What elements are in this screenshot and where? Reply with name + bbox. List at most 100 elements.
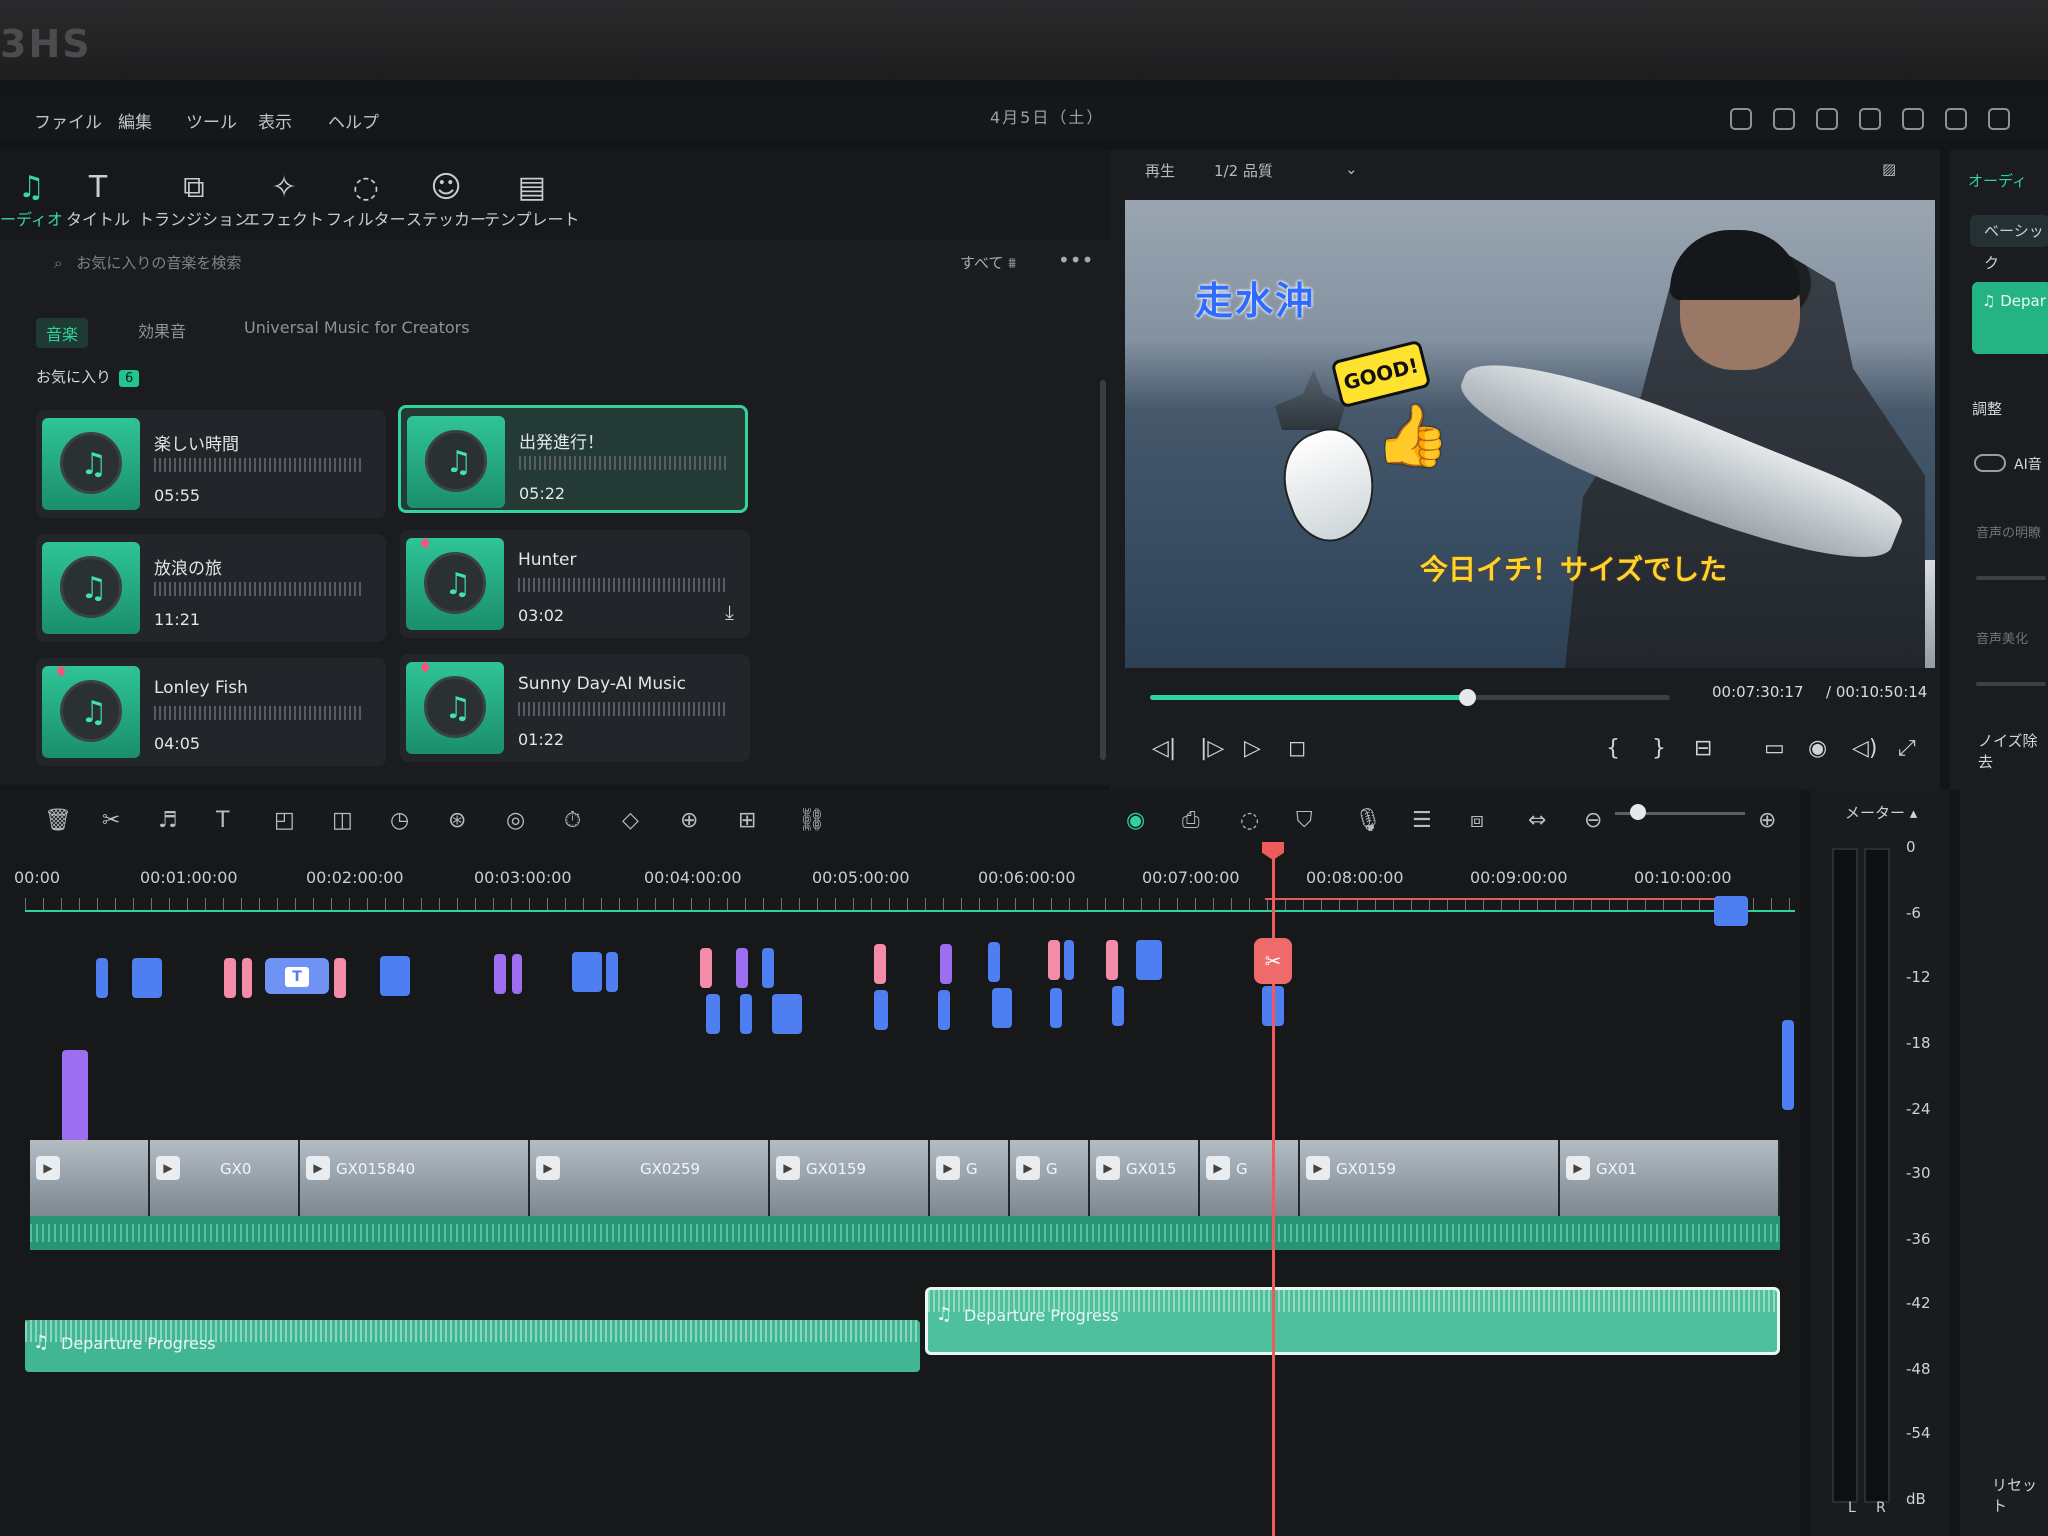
translate-icon[interactable]: ⊞ <box>738 808 756 833</box>
save-icon[interactable] <box>1859 108 1881 130</box>
fullscreen-icon[interactable]: ⤢ <box>1898 736 1916 761</box>
ai-assistant-icon[interactable]: ◉ <box>1126 808 1145 833</box>
text-icon[interactable]: T <box>216 808 229 833</box>
apps-grid-icon[interactable] <box>1988 108 2010 130</box>
audio-clip[interactable]: Departure Progress ♫ <box>25 1320 920 1372</box>
quality-dropdown[interactable]: 1/2 品質 <box>1214 160 1273 181</box>
fit-icon[interactable]: ⇔ <box>1528 808 1546 833</box>
playback-progress[interactable] <box>1150 689 1670 706</box>
marker-clip[interactable] <box>132 958 162 998</box>
crop-icon[interactable]: ◰ <box>274 808 295 833</box>
marker-clip[interactable] <box>242 958 252 998</box>
ai-audio-toggle[interactable] <box>1974 454 2006 472</box>
snapshot-mode-icon[interactable]: ⊟ <box>1694 736 1712 761</box>
tool-title[interactable]: T タイトル <box>66 170 130 230</box>
stop-icon[interactable]: ◻ <box>1288 736 1306 761</box>
video-clip[interactable]: G ▶ <box>1010 1140 1090 1216</box>
music-card-selected[interactable]: ♫ 出発進行！ 05:22 <box>398 405 748 513</box>
marker-clip[interactable] <box>1050 988 1062 1028</box>
music-card[interactable]: ♫ ♦ Lonley Fish 04:05 <box>36 658 386 766</box>
layout-icon[interactable] <box>1773 108 1795 130</box>
music-card[interactable]: ♫ 放浪の旅 11:21 <box>36 534 386 642</box>
screen-icon[interactable] <box>1816 108 1838 130</box>
scissors-icon[interactable]: ✂ <box>1254 938 1292 984</box>
video-clip[interactable]: GX015 ▶ <box>1090 1140 1200 1216</box>
music-card[interactable]: ♫ ♦ Hunter 03:02 ⤓ <box>400 530 750 638</box>
next-frame-icon[interactable]: |▷ <box>1200 736 1224 761</box>
send-icon[interactable] <box>1730 108 1752 130</box>
menu-file[interactable]: ファイル <box>34 108 102 133</box>
marker-clip[interactable] <box>762 948 774 988</box>
delete-icon[interactable]: 🗑 <box>44 808 72 833</box>
menu-edit[interactable]: 編集 <box>118 108 152 133</box>
timer-icon[interactable]: ⏱ <box>564 808 581 833</box>
marker-clip[interactable] <box>96 958 108 998</box>
voice-beautify-slider[interactable] <box>1976 682 2046 686</box>
time-ruler[interactable] <box>25 898 1795 912</box>
volume-icon[interactable]: ◁) <box>1852 736 1878 761</box>
mark-out-icon[interactable]: } <box>1652 736 1666 761</box>
tool-effect[interactable]: ✧ エフェクト <box>244 170 324 230</box>
tool-filter[interactable]: ◌ フィルター <box>326 170 406 230</box>
zoom-slider-knob[interactable] <box>1630 804 1646 820</box>
download-icon[interactable]: ⤓ <box>725 600 734 624</box>
music-card[interactable]: ♫ 楽しい時間 05:55 <box>36 410 386 518</box>
music-card[interactable]: ♫ ♦ Sunny Day-AI Music 01:22 <box>400 654 750 762</box>
cloud-upload-icon[interactable] <box>1902 108 1924 130</box>
menu-help[interactable]: ヘルプ <box>328 108 379 133</box>
track-manager-icon[interactable]: ☰ <box>1412 808 1432 833</box>
render-preview-icon[interactable]: ◌ <box>1240 808 1259 833</box>
meter-title[interactable]: メーター ▴ <box>1845 802 1917 823</box>
marker-clip[interactable] <box>1106 940 1118 980</box>
menu-view[interactable]: 表示 <box>258 108 292 133</box>
tool-transition[interactable]: ⧉ トランジション <box>138 170 250 230</box>
search-input[interactable]: ⌕ お気に入りの音楽を検索 <box>40 252 740 284</box>
marker-clip[interactable] <box>938 990 950 1030</box>
video-track[interactable]: ▶ GX0 ▶ GX015840 ▶ GX0259 ▶ GX0159 ▶ G ▶ G ▶ G… <box>30 1140 1780 1250</box>
video-clip[interactable]: G ▶ <box>1200 1140 1300 1216</box>
stabilize-icon[interactable]: ⊕ <box>680 808 698 833</box>
pip-icon[interactable]: ⧈ <box>1470 808 1484 833</box>
video-preview[interactable]: GOOD! 👍 走水沖 今日イチ！サイズでした <box>1125 200 1935 668</box>
zoom-in-icon[interactable]: ⊕ <box>1758 808 1776 833</box>
marker-clip[interactable] <box>380 956 410 996</box>
headset-icon[interactable] <box>1945 108 1967 130</box>
cut-icon[interactable]: ✂ <box>102 808 120 833</box>
more-options-icon[interactable]: ••• <box>1058 248 1093 272</box>
tab-music[interactable]: 音楽 <box>36 318 89 348</box>
voice-clarity-slider[interactable] <box>1976 576 2046 580</box>
video-clip[interactable]: GX0159 ▶ <box>1300 1140 1560 1216</box>
title-clip[interactable]: T <box>265 958 329 994</box>
ai-icon[interactable]: ◎ <box>506 808 525 833</box>
marker-clip[interactable] <box>700 948 712 988</box>
marker-clip[interactable] <box>606 952 618 992</box>
audio-clip-selected[interactable]: Departure Progress ♫ <box>925 1287 1780 1355</box>
marker-clip[interactable] <box>740 994 752 1034</box>
mark-in-icon[interactable]: { <box>1606 736 1620 761</box>
video-clip[interactable]: ▶ <box>30 1140 150 1216</box>
keyframe-icon[interactable]: ◇ <box>622 808 639 833</box>
display-icon[interactable]: ▭ <box>1764 736 1785 761</box>
tab-universal-music[interactable]: Universal Music for Creators <box>244 318 470 337</box>
shield-icon[interactable]: ⛉ <box>1296 808 1313 833</box>
video-clip[interactable]: GX01 ▶ <box>1560 1140 1780 1216</box>
chevron-down-icon[interactable]: ⌄ <box>1345 160 1358 178</box>
mask-icon[interactable]: ◫ <box>332 808 353 833</box>
audio-edit-icon[interactable]: ♬ <box>158 808 178 833</box>
video-clip[interactable]: GX0259 ▶ <box>530 1140 770 1216</box>
marker-clip[interactable] <box>992 988 1012 1028</box>
color-icon[interactable]: ⊛ <box>448 808 466 833</box>
video-clip[interactable]: GX015840 ▶ <box>300 1140 530 1216</box>
marker-clip[interactable] <box>1136 940 1162 980</box>
tab-audio-properties[interactable]: オーディ <box>1968 170 2027 191</box>
menu-tools[interactable]: ツール <box>186 108 237 133</box>
speed-icon[interactable]: ◷ <box>390 808 409 833</box>
marker-clip[interactable] <box>772 994 802 1034</box>
marker-clip[interactable] <box>940 944 952 984</box>
library-scrollbar[interactable] <box>1100 380 1106 760</box>
marker-clip[interactable] <box>334 958 346 998</box>
marker-clip[interactable] <box>1048 940 1060 980</box>
marker-clip[interactable] <box>572 952 602 992</box>
marker-clip[interactable] <box>736 948 748 988</box>
marker-clip[interactable] <box>1112 986 1124 1026</box>
